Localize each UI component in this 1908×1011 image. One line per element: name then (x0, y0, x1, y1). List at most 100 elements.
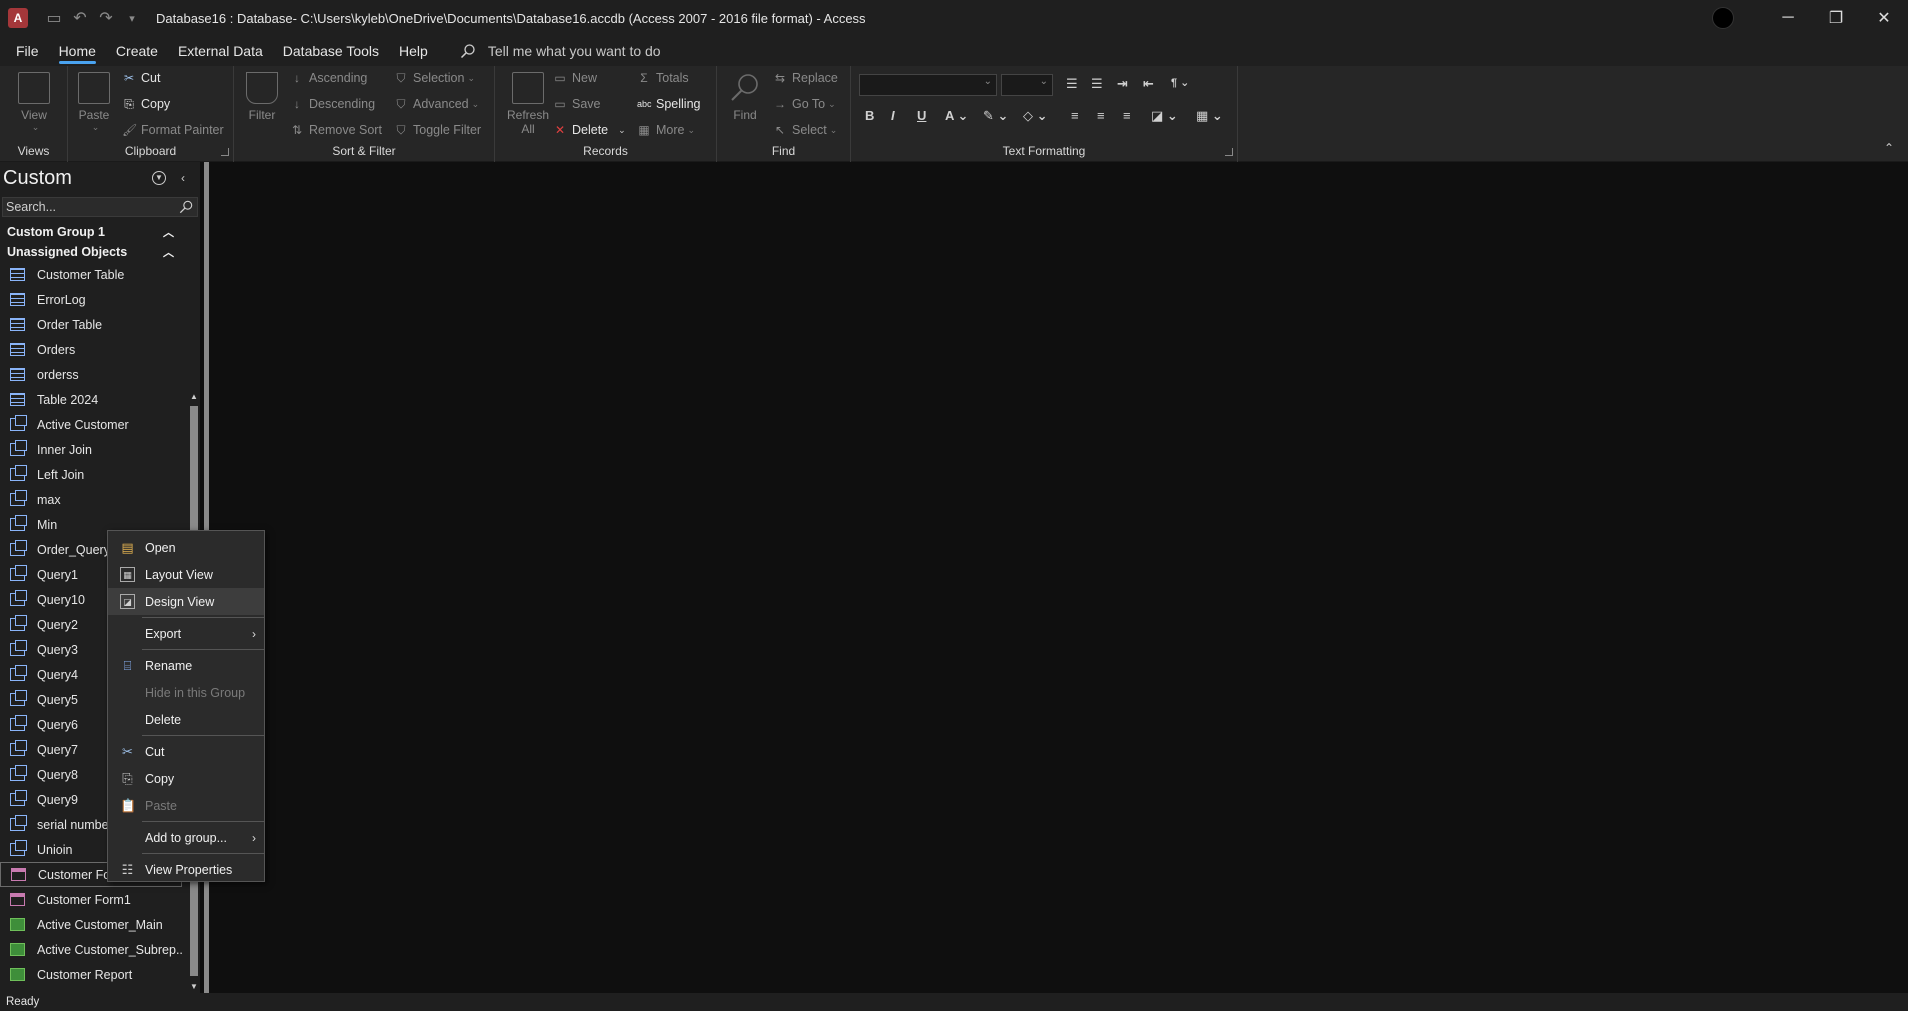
ctx-hide-in-group[interactable]: Hide in this Group (108, 679, 264, 706)
nav-item-table[interactable]: Customer Table (0, 262, 182, 287)
tab-file[interactable]: File (6, 36, 49, 66)
nav-item-table[interactable]: Table 2024 (0, 387, 182, 412)
new-record-button[interactable]: ▭ New (553, 71, 597, 85)
paste-button[interactable]: Paste ⌄ (78, 72, 110, 133)
font-name-select[interactable] (859, 74, 997, 96)
customize-qat-icon[interactable]: ▾ (122, 12, 142, 25)
tab-external-data[interactable]: External Data (168, 36, 273, 66)
tab-create[interactable]: Create (106, 36, 168, 66)
profile-avatar[interactable] (1712, 7, 1734, 29)
access-logo-icon[interactable]: A (8, 8, 28, 28)
nav-search[interactable] (2, 197, 198, 217)
bullets-icon[interactable]: ☰ (1066, 76, 1078, 92)
tab-database-tools[interactable]: Database Tools (273, 36, 389, 66)
tell-me-search[interactable]: Tell me what you want to do (460, 43, 661, 59)
select-button[interactable]: ↖ Select ⌄ (773, 123, 837, 137)
search-icon[interactable] (179, 200, 193, 214)
refresh-all-button[interactable]: Refresh All (507, 72, 549, 136)
nav-item-report[interactable]: Active Customer_Subrep... (0, 937, 182, 962)
nav-item-query[interactable]: Active Customer (0, 412, 182, 437)
underline-button[interactable]: U (917, 108, 926, 123)
ctx-cut[interactable]: ✂ Cut (108, 738, 264, 765)
ascending-button[interactable]: ↓ Ascending (290, 71, 367, 85)
advanced-button[interactable]: ⛉ Advanced ⌄ (394, 97, 479, 111)
save-record-button[interactable]: ▭ Save (553, 97, 600, 111)
ctx-design-view[interactable]: ◪ Design View (108, 588, 264, 615)
save-icon[interactable]: ▭ (44, 8, 64, 28)
minimize-icon[interactable]: ─ (1764, 0, 1812, 36)
ctx-rename[interactable]: ⌸ Rename (108, 652, 264, 679)
nav-item-label: Left Join (37, 467, 85, 482)
nav-search-input[interactable] (6, 200, 179, 214)
filter-button[interactable]: Filter (246, 72, 278, 122)
gridlines-icon[interactable]: ▦ ⌄ (1196, 108, 1223, 124)
copy-button[interactable]: ⎘ Copy (122, 97, 170, 111)
format-painter-button[interactable]: 🖌 Format Painter (122, 123, 224, 137)
redo-icon[interactable]: ↷ (96, 8, 116, 28)
nav-title[interactable]: Custom (3, 167, 152, 190)
ctx-paste[interactable]: 📋 Paste (108, 792, 264, 819)
remove-sort-button[interactable]: ⇅ Remove Sort (290, 123, 382, 137)
dialog-launcher-icon[interactable] (221, 148, 229, 156)
chevron-down-icon: ⌄ (828, 98, 836, 109)
shutter-bar-close-icon[interactable]: ‹ (176, 171, 190, 185)
tab-home[interactable]: Home (49, 36, 106, 66)
bold-button[interactable]: B (865, 108, 874, 123)
scroll-up-icon[interactable]: ▲ (189, 392, 199, 402)
ctx-delete[interactable]: Delete (108, 706, 264, 733)
find-button[interactable]: Find (729, 72, 761, 122)
totals-button[interactable]: Σ Totals (637, 71, 688, 85)
ctx-layout-view[interactable]: ▦ Layout View (108, 561, 264, 588)
align-center-icon[interactable]: ≡ (1097, 108, 1105, 123)
highlight-icon[interactable]: ✎ ⌄ (983, 108, 1008, 124)
more-button[interactable]: ▦ More ⌄ (637, 123, 695, 137)
font-size-select[interactable] (1001, 74, 1053, 96)
decrease-indent-icon[interactable]: ⇤ (1143, 76, 1154, 92)
nav-item-query[interactable]: Inner Join (0, 437, 182, 462)
nav-item-table[interactable]: orderss (0, 362, 182, 387)
nav-item-table[interactable]: Orders (0, 337, 182, 362)
ctx-export[interactable]: Export › (108, 620, 264, 647)
nav-group-custom-group-1[interactable]: Custom Group 1 ︿ (0, 222, 180, 242)
toggle-filter-button[interactable]: ⛉ Toggle Filter (394, 123, 481, 137)
close-icon[interactable]: ✕ (1860, 0, 1908, 36)
delete-record-button[interactable]: ✕ Delete ⌄ (553, 123, 626, 137)
background-color-icon[interactable]: ◪ ⌄ (1151, 108, 1178, 124)
fill-color-icon[interactable]: ◇ ⌄ (1023, 108, 1048, 124)
nav-item-label: Inner Join (37, 442, 92, 457)
spelling-button[interactable]: abc Spelling (637, 97, 700, 111)
nav-item-report[interactable]: Active Customer_Main (0, 912, 182, 937)
font-color-icon[interactable]: A ⌄ (945, 108, 968, 124)
restore-icon[interactable]: ❐ (1812, 0, 1860, 36)
increase-indent-icon[interactable]: ⇥ (1117, 76, 1128, 92)
ctx-open[interactable]: ▤ Open (108, 534, 264, 561)
align-left-icon[interactable]: ≡ (1071, 108, 1079, 123)
paragraph-direction-icon[interactable]: ¶ ⌄ (1171, 76, 1189, 89)
tab-help[interactable]: Help (389, 36, 438, 66)
cut-button[interactable]: ✂ Cut (122, 71, 160, 85)
ctx-view-properties[interactable]: ☷ View Properties (108, 856, 264, 883)
nav-item-query[interactable]: max (0, 487, 182, 512)
nav-menu-icon[interactable]: ▼ (152, 171, 166, 185)
italic-button[interactable]: I (891, 108, 895, 123)
ctx-add-to-group[interactable]: Add to group... › (108, 824, 264, 851)
scroll-down-icon[interactable]: ▼ (189, 982, 199, 992)
collapse-ribbon-icon[interactable]: ⌃ (1884, 141, 1894, 155)
nav-group-unassigned-objects[interactable]: Unassigned Objects ︿ (0, 242, 180, 262)
nav-item-report[interactable]: Customer Report (0, 962, 182, 987)
align-right-icon[interactable]: ≡ (1123, 108, 1131, 123)
find-group-label: Find (771, 144, 796, 158)
replace-button[interactable]: ⇆ Replace (773, 71, 838, 85)
goto-button[interactable]: → Go To ⌄ (773, 97, 836, 111)
nav-item-form[interactable]: Customer Form1 (0, 887, 182, 912)
dialog-launcher-icon[interactable] (1225, 148, 1233, 156)
nav-item-table[interactable]: Order Table (0, 312, 182, 337)
undo-icon[interactable]: ↶ (70, 8, 90, 28)
numbering-icon[interactable]: ☰ (1091, 76, 1103, 92)
nav-item-query[interactable]: Left Join (0, 462, 182, 487)
selection-button[interactable]: ⛉ Selection ⌄ (394, 71, 475, 85)
ctx-copy[interactable]: ⎘ Copy (108, 765, 264, 792)
descending-button[interactable]: ↓ Descending (290, 97, 375, 111)
nav-item-table[interactable]: ErrorLog (0, 287, 182, 312)
view-button[interactable]: View ⌄ (18, 72, 50, 133)
